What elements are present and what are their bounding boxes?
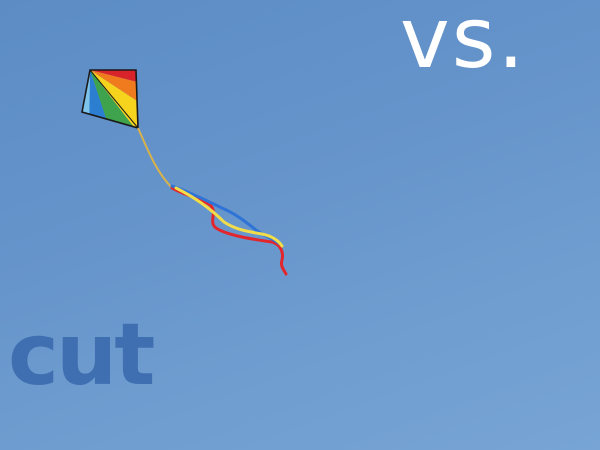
kite-stripe [82,70,90,128]
kite-tail-red [170,186,288,276]
bottom-word: cut [8,305,155,405]
kite-line [137,127,173,189]
kite-sail [82,70,138,128]
top-word: vs. [400,0,527,87]
sky-photo: vs. cut [0,0,600,450]
